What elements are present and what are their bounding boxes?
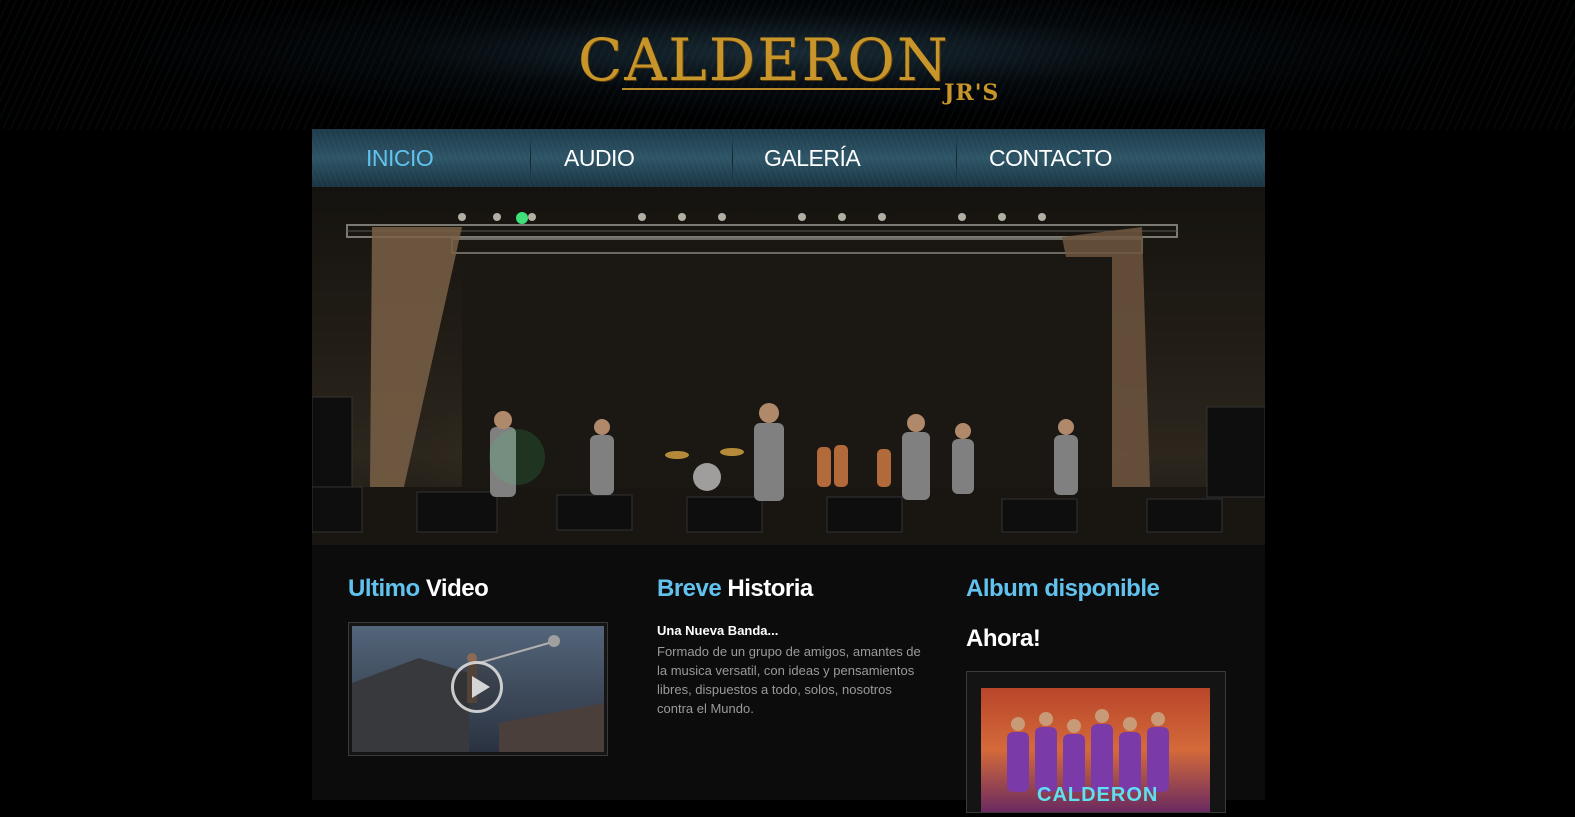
play-icon[interactable]: [451, 661, 503, 713]
main-nav: INICIO AUDIO GALERÍA CONTACTO: [312, 129, 1265, 187]
album-cover-frame[interactable]: CALDERON: [966, 671, 1226, 813]
album-cover-title: CALDERON: [1037, 784, 1159, 806]
logo-underline: [622, 88, 940, 90]
stage-photo-illustration: [312, 212, 1265, 545]
video-title-accent: Ultimo: [348, 575, 420, 602]
story-text: Formado de un grupo de amigos, amantes d…: [657, 644, 921, 716]
logo-subtitle: JR'S: [944, 80, 1000, 106]
video-section-title: Ultimo Video: [348, 575, 489, 603]
nav-divider: [530, 135, 531, 181]
story-heading: Una Nueva Banda...: [657, 623, 779, 638]
nav-item-audio[interactable]: AUDIO: [564, 129, 635, 187]
content-area: Ultimo Video Breve Historia Una Nueva Ba…: [312, 545, 1265, 813]
nav-divider: [956, 135, 957, 181]
site-header: CALDERON JR'S: [0, 0, 1575, 130]
nav-divider: [732, 135, 733, 181]
nav-item-contacto[interactable]: CONTACTO: [989, 129, 1112, 187]
album-subtitle: Ahora!: [966, 625, 1041, 652]
story-title-rest: Historia: [727, 575, 813, 602]
video-title-rest: Video: [425, 575, 489, 602]
logo-wordmark: CALDERON: [578, 26, 950, 94]
nav-item-inicio[interactable]: INICIO: [366, 129, 434, 187]
nav-item-galeria[interactable]: GALERÍA: [764, 129, 861, 187]
story-title-accent: Breve: [657, 575, 722, 602]
album-section-title: Album disponible: [966, 575, 1160, 602]
site-logo[interactable]: CALDERON JR'S: [578, 28, 1018, 110]
video-thumbnail[interactable]: [348, 622, 608, 756]
hero-image: [312, 187, 1265, 545]
story-section-title: Breve Historia: [657, 575, 813, 603]
